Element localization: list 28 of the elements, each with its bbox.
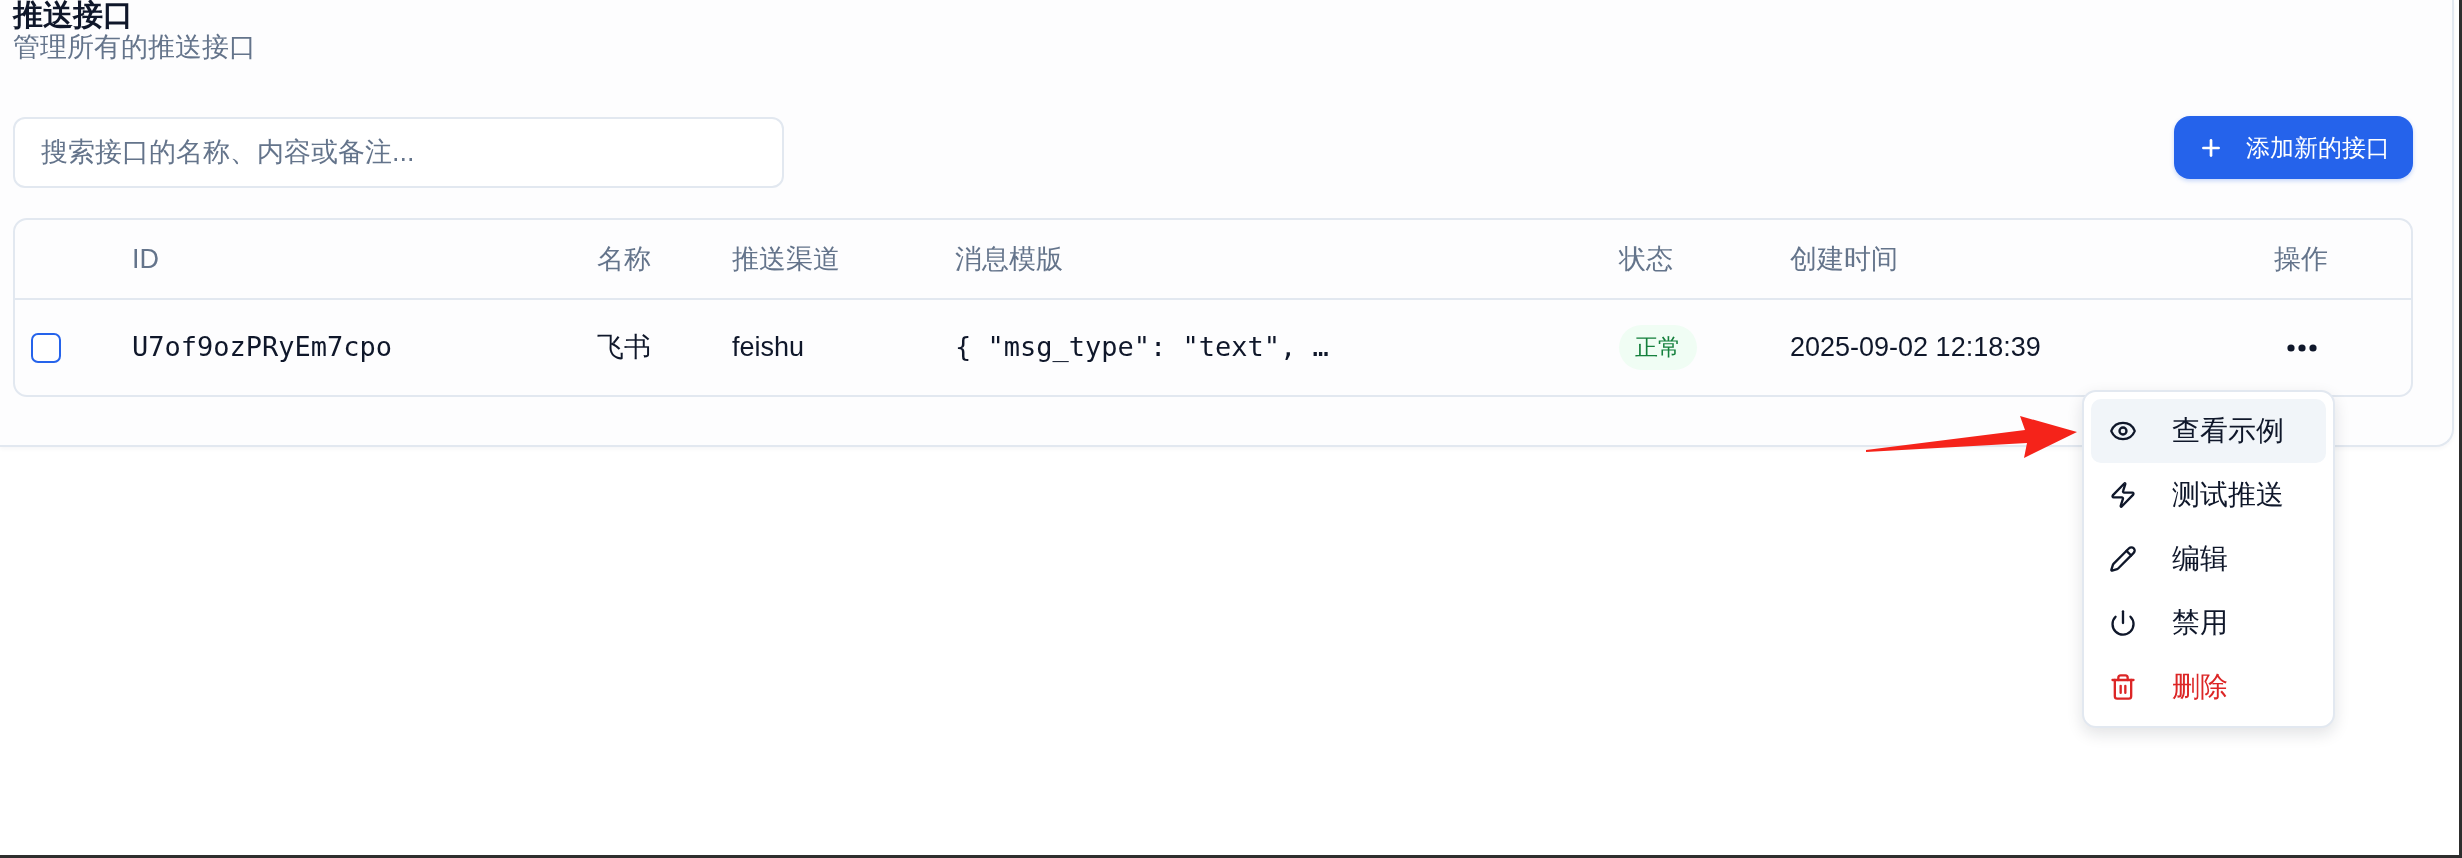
- row-checkbox[interactable]: [31, 332, 61, 363]
- pencil-icon: [2109, 545, 2137, 573]
- column-header: 推送渠道: [732, 242, 840, 276]
- lightning-icon: [2109, 481, 2137, 509]
- menu-item[interactable]: 编辑: [2091, 527, 2326, 591]
- column-header: ID: [132, 242, 159, 276]
- column-header: 状态: [1619, 242, 1673, 276]
- menu-item[interactable]: 删除: [2091, 655, 2326, 719]
- menu-item[interactable]: 测试推送: [2091, 463, 2326, 527]
- channel-cell-text: feishu: [732, 331, 805, 365]
- page-title: 推送接口: [13, 0, 133, 30]
- status-badge: 正常: [1619, 325, 1697, 370]
- ellipsis-icon: [2286, 343, 2317, 352]
- id-cell-text: U7of9ozPRyEm7cpo: [132, 330, 393, 365]
- add-interface-button[interactable]: 添加新的接口: [2174, 116, 2413, 179]
- search-field[interactable]: 搜索接口的名称、内容或备注...: [13, 117, 784, 188]
- template-cell-text: { "msg_type": "text", …: [955, 330, 1329, 365]
- column-header: 操作: [2273, 242, 2328, 276]
- column-header: 创建时间: [1790, 242, 1898, 276]
- menu-item[interactable]: 查看示例: [2091, 399, 2326, 463]
- created-time-cell-text: 2025-09-02 12:18:39: [1790, 331, 2041, 365]
- name-cell-text: 飞书: [597, 331, 651, 365]
- column-header: 名称: [597, 242, 651, 276]
- power-icon: [2109, 609, 2137, 637]
- column-header: 消息模版: [955, 242, 1063, 276]
- trash-icon: [2109, 673, 2137, 701]
- page-subtitle: 管理所有的推送接口: [13, 33, 256, 61]
- menu-item[interactable]: 禁用: [2091, 591, 2326, 655]
